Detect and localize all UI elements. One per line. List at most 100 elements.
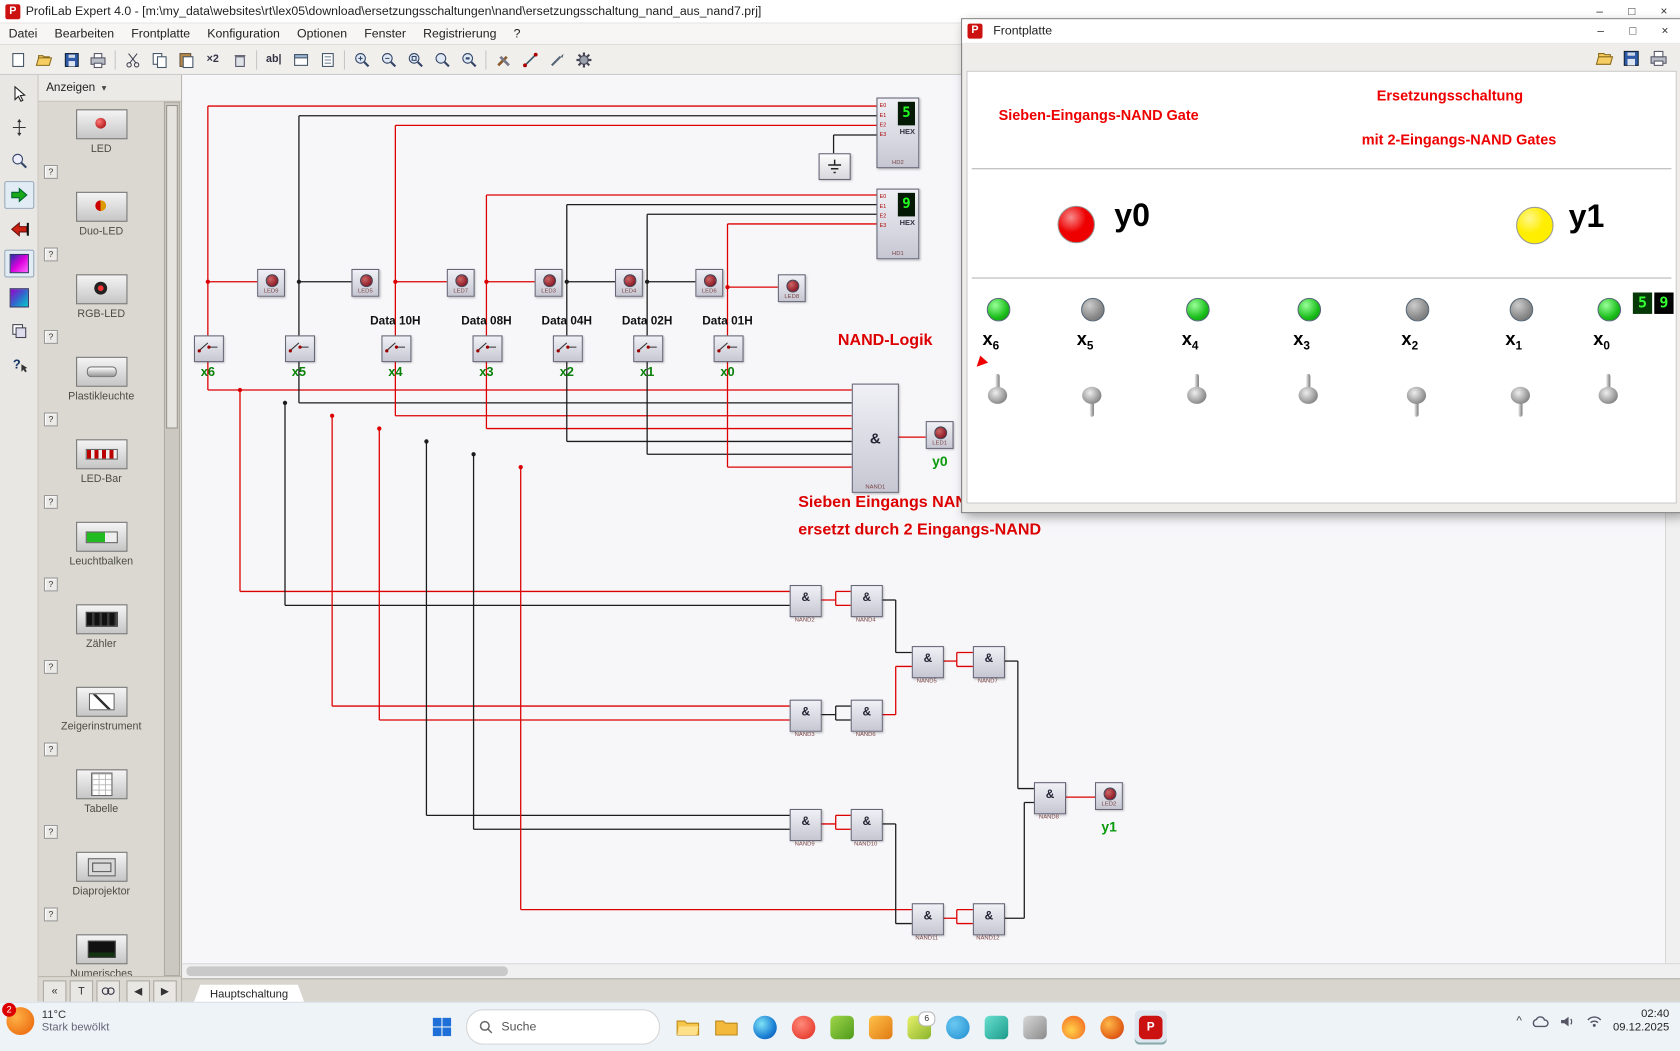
led-component[interactable]: LED7 [447, 269, 475, 297]
led-component[interactable]: LED8 [778, 274, 806, 302]
taskbar-app-green[interactable] [826, 1010, 858, 1044]
help-icon[interactable]: ? [44, 248, 58, 262]
scrollbar-thumb[interactable] [166, 105, 178, 429]
palette-item-numerisches-display[interactable]: Numerisches Display? [39, 927, 164, 976]
menu-fenster[interactable]: Fenster [356, 27, 415, 40]
frontplatte-titlebar[interactable]: P Frontplatte – □ × [962, 19, 1680, 44]
switch-component[interactable] [194, 335, 224, 362]
copy-icon[interactable] [146, 47, 173, 72]
toggle-switch[interactable] [1404, 374, 1430, 417]
help-icon[interactable]: ? [44, 165, 58, 179]
volume-icon[interactable] [1560, 1014, 1576, 1028]
palette-scrollbar[interactable] [164, 102, 180, 976]
menu-optionen[interactable]: Optionen [288, 27, 355, 40]
frame-tool-icon[interactable] [287, 47, 314, 72]
nand-gate[interactable]: & [851, 700, 883, 732]
toggle-switch[interactable] [1295, 374, 1321, 417]
tools-icon[interactable] [490, 47, 517, 72]
duplicate-window-icon[interactable] [5, 318, 33, 344]
maximize-button[interactable]: □ [1617, 20, 1649, 41]
menu-datei[interactable]: Datei [0, 27, 46, 40]
ground-component[interactable] [819, 153, 851, 180]
hex-display-component[interactable]: E0E1E2E3 5 HEX HD2 [876, 98, 919, 169]
nand-gate[interactable]: & [912, 646, 944, 678]
close-button[interactable]: × [1649, 20, 1680, 41]
nand-gate[interactable]: & [973, 646, 1005, 678]
run-simulation-button[interactable] [4, 181, 34, 209]
stop-simulation-button[interactable] [5, 216, 33, 242]
canvas-horizontal-scrollbar[interactable] [182, 963, 1680, 978]
taskbar-app-firefox[interactable] [1096, 1010, 1128, 1044]
tray-chevron-icon[interactable]: ^ [1516, 1015, 1522, 1028]
nand1-gate[interactable]: & NAND1 [852, 384, 899, 493]
help-icon[interactable]: ? [44, 495, 58, 509]
toggle-switch[interactable] [985, 374, 1011, 417]
nand-gate[interactable]: & [912, 903, 944, 935]
new-icon[interactable] [4, 47, 31, 72]
switch-component[interactable] [714, 335, 744, 362]
cut-icon[interactable] [119, 47, 146, 72]
move-tool-icon[interactable] [5, 115, 33, 141]
weather-widget[interactable]: 2 11°C Stark bewölkt [6, 1007, 109, 1035]
taskbar-app-flame[interactable] [1058, 1010, 1090, 1044]
probe-tool-icon[interactable] [543, 47, 570, 72]
palette-item-led-bar[interactable]: LED-Bar? [39, 432, 164, 515]
menu-konfiguration[interactable]: Konfiguration [199, 27, 289, 40]
palette-item-tabelle[interactable]: Tabelle? [39, 762, 164, 845]
zoom-out-icon[interactable] [375, 47, 402, 72]
menu-hilfe[interactable]: ? [505, 27, 529, 40]
text-tool-icon[interactable]: ab| [260, 47, 287, 72]
led-component[interactable]: LED3 [535, 269, 563, 297]
palette-item-leuchtbalken[interactable]: Leuchtbalken? [39, 514, 164, 597]
zoom-selection-icon[interactable] [455, 47, 482, 72]
help-icon[interactable]: ? [44, 825, 58, 839]
start-button[interactable] [424, 1010, 458, 1044]
palette-item-diaprojektor[interactable]: Diaprojektor? [39, 844, 164, 927]
settings-gear-icon[interactable] [570, 47, 597, 72]
taskbar-app-edge[interactable] [749, 1010, 781, 1044]
taskbar-app-explorer[interactable] [672, 1010, 704, 1044]
switch-component[interactable] [381, 335, 411, 362]
search-input[interactable]: Suche [466, 1009, 660, 1044]
switch-component[interactable] [633, 335, 663, 362]
text-label-tool[interactable]: T [70, 980, 94, 1003]
help-icon[interactable]: ? [44, 908, 58, 922]
taskbar-app-profilab[interactable]: P [1135, 1010, 1167, 1044]
help-icon[interactable]: ? [44, 413, 58, 427]
led-component[interactable]: LED4 [615, 269, 643, 297]
palette-item-zaehler[interactable]: Zähler? [39, 597, 164, 680]
toggle-switch[interactable] [1508, 374, 1534, 417]
nand-gate[interactable]: & [851, 809, 883, 841]
led-component[interactable]: LED6 [695, 269, 723, 297]
palette-item-plastikleuchte[interactable]: Plastikleuchte? [39, 349, 164, 432]
taskbar-app-red-browser[interactable] [788, 1010, 820, 1044]
save-icon[interactable] [58, 47, 85, 72]
menu-bearbeiten[interactable]: Bearbeiten [46, 27, 123, 40]
nand-gate[interactable]: & [851, 585, 883, 617]
led-component[interactable]: LED2 [1095, 782, 1123, 810]
taskbar-app-installer[interactable] [1019, 1010, 1051, 1044]
led-component[interactable]: LED1 [926, 421, 954, 449]
zoom-in-icon[interactable] [348, 47, 375, 72]
help-icon[interactable]: ? [44, 743, 58, 757]
palette-category-dropdown[interactable]: Anzeigen ▾ [39, 75, 182, 102]
print-icon[interactable] [85, 47, 112, 72]
duplicate-icon[interactable]: ×2 [199, 47, 226, 72]
taskbar-app-teal[interactable] [980, 1010, 1012, 1044]
panel-values-mode-icon[interactable] [5, 285, 33, 311]
zoom-page-icon[interactable] [402, 47, 429, 72]
wifi-icon[interactable] [1586, 1015, 1603, 1028]
menu-registrierung[interactable]: Registrierung [415, 27, 505, 40]
help-icon[interactable]: ? [44, 578, 58, 592]
help-icon[interactable]: ? [44, 660, 58, 674]
context-help-icon[interactable]: ? [5, 351, 33, 377]
switch-component[interactable] [285, 335, 315, 362]
scrollbar-thumb[interactable] [186, 967, 507, 977]
menu-frontplatte[interactable]: Frontplatte [123, 27, 199, 40]
nand-gate[interactable]: & [1034, 782, 1066, 814]
open-icon[interactable] [31, 47, 58, 72]
paste-icon[interactable] [173, 47, 200, 72]
wire-tool-icon[interactable] [516, 47, 543, 72]
next-page-icon[interactable]: ▶ [153, 980, 177, 1003]
palette-item-duo-led[interactable]: Duo-LED? [39, 184, 164, 267]
